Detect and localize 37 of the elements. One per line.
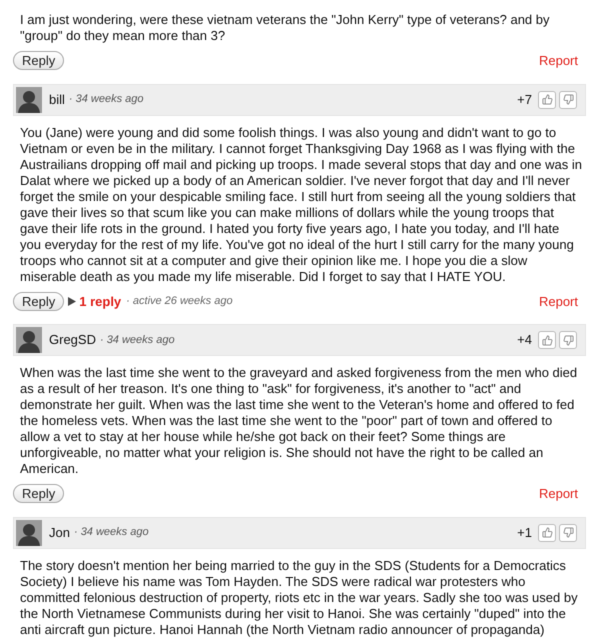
replies-link[interactable]: 1 reply	[79, 292, 122, 311]
avatar-icon	[16, 520, 42, 546]
author-name[interactable]: Jon	[49, 522, 70, 542]
avatar-icon	[16, 86, 42, 112]
thumbs-up-button[interactable]	[538, 331, 556, 349]
thumbs-down-icon	[562, 334, 574, 346]
comment-time: · 34 weeks ago	[74, 525, 149, 540]
thumbs-down-button[interactable]	[559, 331, 577, 349]
thumbs-down-icon	[562, 527, 574, 538]
reply-button[interactable]: Reply	[13, 484, 64, 504]
comment-text: You (Jane) were young and did some foolish things. I was also young and didn't want to go to Vietnam or even be in the military. I cannot forget Thanksgiving Day 1968 as I was flying with the Austrailians dropping off mail and picking up troops. I made several stops that day and one was in Dalat where we picked up a body of an American soldier. I've never forgot that day and I'll never forget the smile on your despicable smiling face. I still hurt from seeing all the young soldiers that gave their lives so that scum like you can make millions of dollars while the young troops that gave their life rots in the ground. I hated you forty five years ago, I hate you today, and I'll hate you everyday for the rest of my life. You've got no ideal of the hurt I still carry for the many young troops who cannot sit at a computer and give their opinion like me. I hope you die a slow miserable death as you made my life miserable. Did I forget to say that I HATE YOU.	[19, 124, 583, 284]
reply-button[interactable]: Reply	[13, 51, 64, 70]
author-name[interactable]: bill	[49, 90, 65, 110]
report-link[interactable]: Report	[538, 292, 578, 311]
reply-button[interactable]: Reply	[13, 292, 64, 311]
vote-score: +7	[517, 90, 532, 109]
comment-time: · 34 weeks ago	[100, 332, 175, 348]
vote-score: +1	[517, 524, 532, 542]
comment-text: I am just wondering, were these vietnam veterans the "John Kerry" type of veterans? and by "group" do they mean more than 3?	[19, 12, 551, 44]
author-name[interactable]: GregSD	[49, 330, 96, 350]
avatar-icon	[16, 327, 42, 353]
comment-text: The story doesn't mention her being married to the guy in the SDS (Students for a Democratics Society) I believe his name was Tom Hayden. The SDS were radical war protesters who committed felonious destruction of property, riots etc in the war years. Sadly she too was used by the North Vietnamese Communists during her visit to Hanoi. She was certainly "duped" into the anti aircraft gun picture. Hanoi Hannah (the North Vietnam radio announcer of propaganda)	[19, 558, 579, 638]
thumbs-up-button[interactable]	[538, 90, 556, 108]
thumbs-up-icon	[542, 334, 552, 346]
comment-text: When was the last time she went to the graveyard and asked forgiveness from the men who died as a result of her treason. It's one thing to "ask" for forgiveness, it's another to "act" and demonstrate her guilt. When was the last time she went to the Veteran's home and offered to fed the homeless vets. When was the last time she went to the "poor" part of town and offered to allow a vet to stay at her house while he/she got back on their feet? Some things are unforgiveable, no matter what your religion is. She should not have the right to be called an American.	[19, 365, 578, 477]
thumbs-down-icon	[562, 94, 574, 105]
report-link[interactable]: Report	[538, 51, 578, 70]
comment-time: · 34 weeks ago	[68, 92, 144, 108]
reply-activity: · active 26 weeks ago	[126, 294, 233, 309]
thumbs-down-button[interactable]	[559, 524, 577, 542]
thumbs-up-icon	[542, 94, 552, 105]
thumbs-down-button[interactable]	[559, 90, 577, 108]
report-link[interactable]: Report	[538, 484, 578, 504]
expand-arrow-icon[interactable]	[68, 296, 76, 306]
thumbs-up-icon	[542, 527, 552, 538]
vote-score: +4	[517, 331, 532, 350]
thumbs-up-button[interactable]	[538, 524, 556, 542]
